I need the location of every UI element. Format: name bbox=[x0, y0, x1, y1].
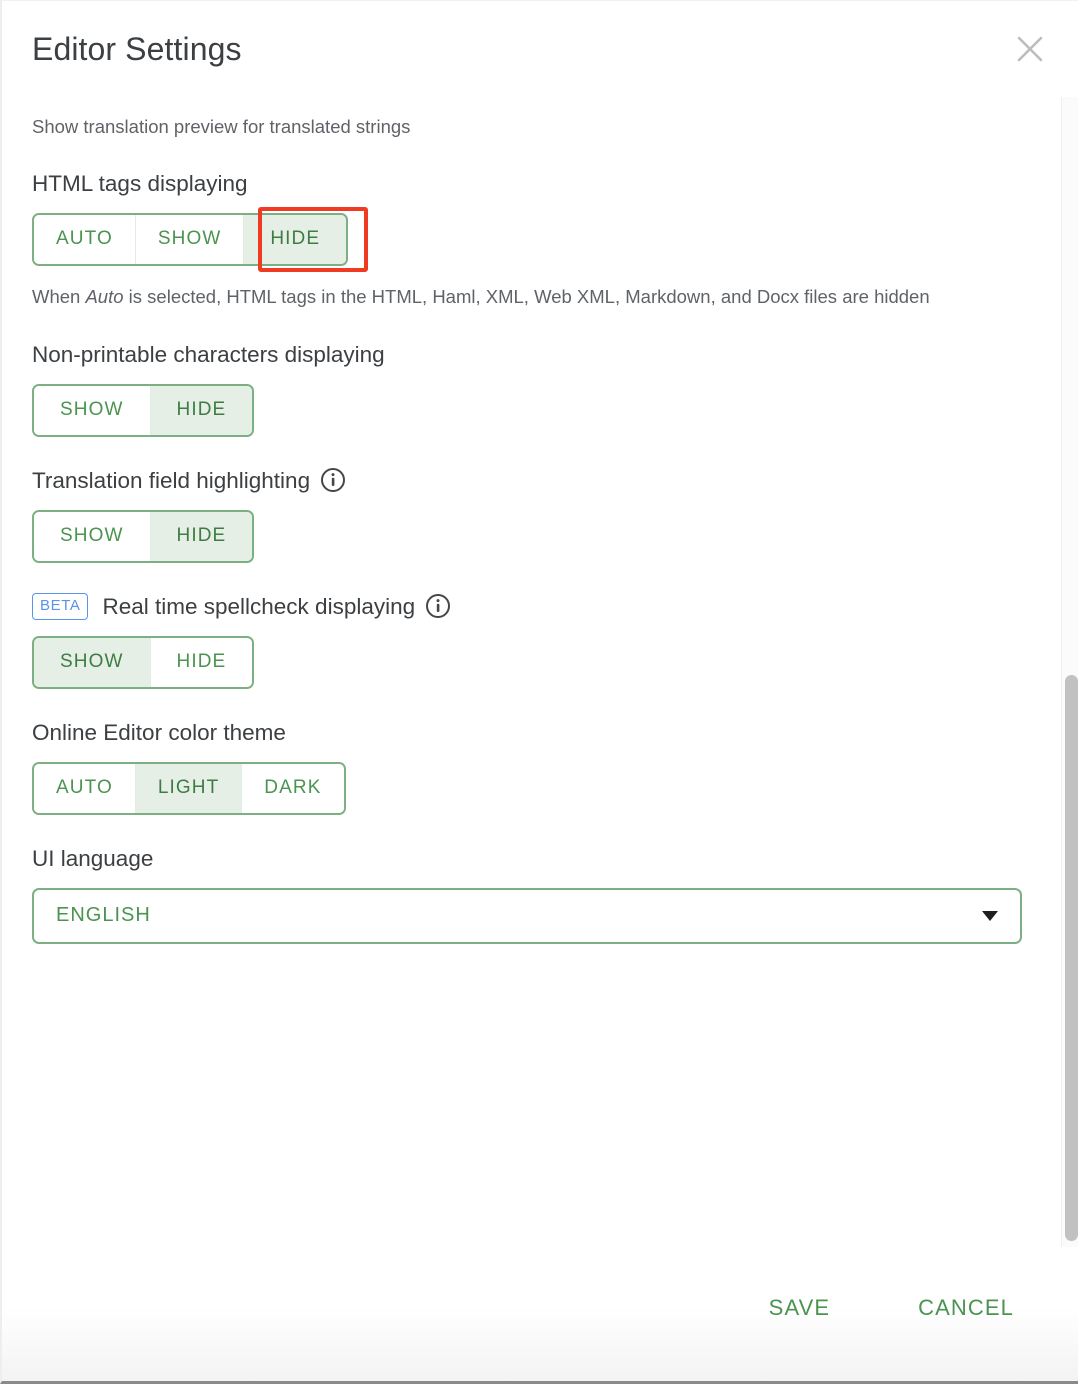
help-text-html-tags: When Auto is selected, HTML tags in the … bbox=[32, 284, 1017, 311]
segmented-control: SHOW HIDE bbox=[32, 636, 254, 689]
info-icon[interactable] bbox=[320, 467, 346, 493]
section-label-ui-language: UI language bbox=[32, 845, 1048, 872]
dialog-footer: SAVE CANCEL bbox=[2, 1247, 1078, 1381]
section-title-text: Translation field highlighting bbox=[32, 467, 310, 494]
toggle-option-show[interactable]: SHOW bbox=[34, 386, 151, 435]
help-text-italic: Auto bbox=[85, 286, 123, 307]
save-button[interactable]: SAVE bbox=[755, 1289, 844, 1327]
ui-language-selected-value: ENGLISH bbox=[56, 904, 151, 927]
toggle-group-non-printable: SHOW HIDE bbox=[32, 384, 254, 437]
section-color-theme: Online Editor color theme AUTO LIGHT DAR… bbox=[32, 719, 1048, 815]
toggle-group-color-theme: AUTO LIGHT DARK bbox=[32, 762, 346, 815]
toggle-option-dark[interactable]: DARK bbox=[242, 764, 343, 813]
section-non-printable: Non-printable characters displaying SHOW… bbox=[32, 341, 1048, 437]
toggle-option-hide[interactable]: HIDE bbox=[244, 215, 346, 264]
segmented-control: AUTO LIGHT DARK bbox=[32, 762, 346, 815]
page-title: Editor Settings bbox=[32, 33, 242, 65]
section-title-text: Real time spellcheck displaying bbox=[102, 593, 415, 620]
section-html-tags: HTML tags displaying AUTO SHOW HIDE When… bbox=[32, 170, 1048, 311]
intro-text: Show translation preview for translated … bbox=[32, 115, 1048, 140]
ui-language-select[interactable]: ENGLISH bbox=[32, 888, 1022, 944]
chevron-down-icon bbox=[982, 911, 998, 921]
section-title-text: Non-printable characters displaying bbox=[32, 341, 385, 368]
section-title-text: UI language bbox=[32, 845, 153, 872]
toggle-option-show[interactable]: SHOW bbox=[34, 512, 151, 561]
section-translation-highlighting: Translation field highlighting SHOW HIDE bbox=[32, 467, 1048, 563]
section-label-non-printable: Non-printable characters displaying bbox=[32, 341, 1048, 368]
toggle-option-hide[interactable]: HIDE bbox=[151, 638, 253, 687]
toggle-group-spellcheck: SHOW HIDE bbox=[32, 636, 254, 689]
editor-settings-dialog: Editor Settings Show translation preview… bbox=[0, 0, 1078, 1384]
toggle-group-html-tags: AUTO SHOW HIDE bbox=[32, 213, 348, 266]
toggle-option-light[interactable]: LIGHT bbox=[136, 764, 242, 813]
status-badge-beta: BETA bbox=[32, 593, 88, 620]
section-title-text: HTML tags displaying bbox=[32, 170, 248, 197]
cancel-button[interactable]: CANCEL bbox=[904, 1289, 1028, 1327]
scrollbar-track[interactable] bbox=[1061, 97, 1078, 1247]
dialog-body: Show translation preview for translated … bbox=[2, 97, 1078, 1247]
segmented-control: AUTO SHOW HIDE bbox=[32, 213, 348, 266]
toggle-group-translation-highlighting: SHOW HIDE bbox=[32, 510, 254, 563]
section-label-spellcheck: BETA Real time spellcheck displaying bbox=[32, 593, 1048, 620]
toggle-option-auto[interactable]: AUTO bbox=[34, 215, 136, 264]
section-title-text: Online Editor color theme bbox=[32, 719, 286, 746]
toggle-option-hide[interactable]: HIDE bbox=[151, 386, 253, 435]
dialog-header: Editor Settings bbox=[2, 1, 1078, 97]
section-label-html-tags: HTML tags displaying bbox=[32, 170, 1048, 197]
help-text-after: is selected, HTML tags in the HTML, Haml… bbox=[124, 286, 930, 307]
section-label-translation-highlighting: Translation field highlighting bbox=[32, 467, 1048, 494]
help-text-before: When bbox=[32, 286, 85, 307]
toggle-option-show[interactable]: SHOW bbox=[136, 215, 245, 264]
segmented-control: SHOW HIDE bbox=[32, 510, 254, 563]
close-icon[interactable] bbox=[1008, 27, 1052, 71]
section-spellcheck: BETA Real time spellcheck displaying SHO… bbox=[32, 593, 1048, 689]
toggle-option-auto[interactable]: AUTO bbox=[34, 764, 136, 813]
section-ui-language: UI language ENGLISH bbox=[32, 845, 1048, 944]
toggle-option-show[interactable]: SHOW bbox=[34, 638, 151, 687]
toggle-option-hide[interactable]: HIDE bbox=[151, 512, 253, 561]
segmented-control: SHOW HIDE bbox=[32, 384, 254, 437]
scrollbar-thumb[interactable] bbox=[1065, 675, 1078, 1241]
section-label-color-theme: Online Editor color theme bbox=[32, 719, 1048, 746]
info-icon[interactable] bbox=[425, 593, 451, 619]
